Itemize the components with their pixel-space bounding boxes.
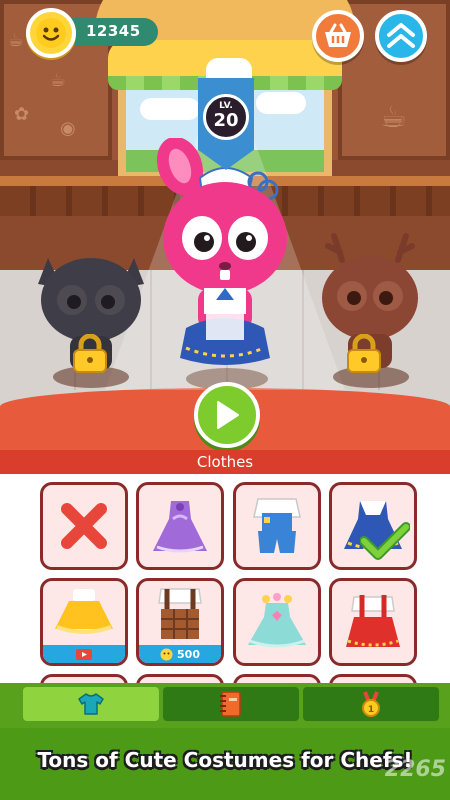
items-grid: 500 xyxy=(0,474,450,686)
home-button[interactable] xyxy=(375,10,427,62)
item-slot-brown-check-overalls[interactable]: 500 xyxy=(136,578,224,666)
lock-icon xyxy=(346,333,382,378)
doodle-icon: ◉ xyxy=(60,118,76,139)
lock-icon xyxy=(72,333,108,378)
category-title: Clothes xyxy=(196,453,254,471)
item-slot-blue-sailor-dress[interactable] xyxy=(329,482,417,570)
svg-text:1: 1 xyxy=(368,705,374,715)
game-screen: ☕ ☕ ✿ ◉ ☕ 12345 LV. 20 Clothes 500 1 Ton… xyxy=(0,0,450,800)
level-value: 20 xyxy=(213,110,239,131)
doodle-icon: ✿ xyxy=(14,104,30,125)
overalls-icon xyxy=(158,588,202,639)
item-slot-none[interactable] xyxy=(40,482,128,570)
smiley-coin-icon xyxy=(160,648,173,660)
smiley-coin-icon xyxy=(26,8,76,58)
promo-caption-area: Tons of Cute Costumes for Chefs! 2265 xyxy=(0,728,450,800)
shop-basket-button[interactable] xyxy=(312,10,364,62)
item-slot-purple-gown[interactable] xyxy=(136,482,224,570)
red-x-icon xyxy=(61,503,107,549)
home-up-arrow-icon xyxy=(387,23,415,48)
tab-achievements[interactable]: 1 xyxy=(303,687,439,721)
watermark-logo: 2265 xyxy=(384,757,446,782)
shirt-icon xyxy=(78,693,104,715)
coin-value: 12345 xyxy=(86,22,141,40)
doodle-icon: ☕ xyxy=(8,30,25,51)
skirt-icon xyxy=(346,595,400,647)
medal-icon: 1 xyxy=(362,691,380,717)
shopping-basket-icon xyxy=(325,23,351,47)
category-header: Clothes xyxy=(0,450,450,474)
check-icon xyxy=(360,522,410,560)
level-badge: LV. 20 xyxy=(203,94,249,140)
play-triangle-icon xyxy=(217,401,239,429)
item-slot-yellow-tutu[interactable] xyxy=(40,578,128,666)
book-icon xyxy=(220,691,241,717)
teacup-icon: ☕ xyxy=(380,100,407,135)
doodle-icon: ☕ xyxy=(50,70,67,91)
tab-clothes[interactable] xyxy=(23,687,159,721)
promo-caption: Tons of Cute Costumes for Chefs! xyxy=(37,748,413,772)
category-tab-bar: 1 xyxy=(0,683,450,728)
dress-icon xyxy=(248,593,306,648)
overalls-icon xyxy=(253,498,301,553)
item-price: 500 xyxy=(177,647,200,661)
play-button[interactable] xyxy=(194,382,260,448)
item-slot-teal-flower-dress[interactable] xyxy=(233,578,321,666)
character-pink-bunny[interactable] xyxy=(140,136,310,382)
tab-recipes[interactable] xyxy=(163,687,299,721)
item-slot-red-suspender-skirt[interactable] xyxy=(329,578,417,666)
item-slot-blue-overalls[interactable] xyxy=(233,482,321,570)
dress-icon xyxy=(55,589,113,634)
price-tag: 500 xyxy=(139,645,221,663)
video-ad-icon xyxy=(76,649,92,660)
dress-icon xyxy=(153,501,207,553)
video-ad-tag xyxy=(43,645,125,663)
